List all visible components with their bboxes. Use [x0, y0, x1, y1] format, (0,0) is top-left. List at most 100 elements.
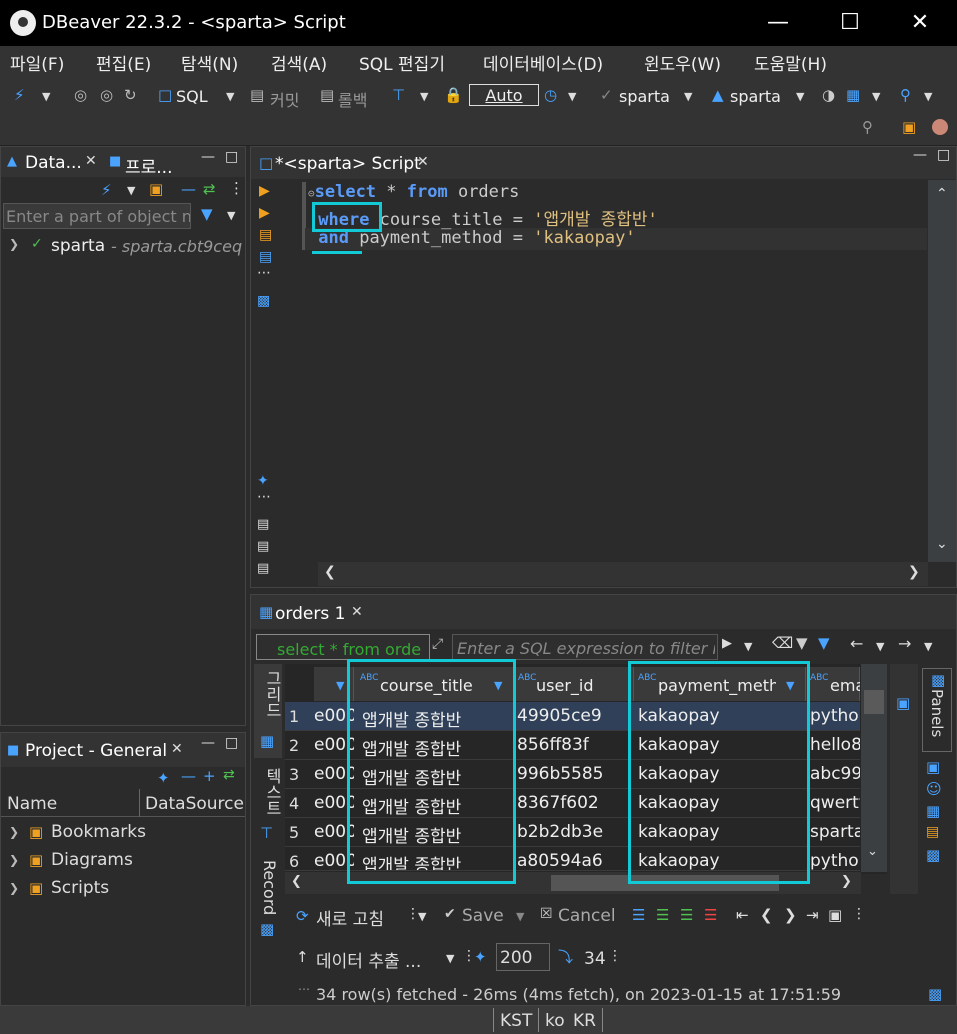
active-connection-selector[interactable]: sparta	[619, 87, 670, 106]
lock-icon[interactable]: 🔒	[444, 86, 463, 104]
export-data-button[interactable]: 데이터 추출 ...	[316, 947, 421, 972]
panel-book-icon[interactable]: ▣	[896, 694, 910, 712]
export-icon[interactable]: ▤	[257, 517, 269, 532]
chevron-down-icon[interactable]: ▼	[42, 90, 50, 103]
expand-icon[interactable]: +	[203, 767, 216, 785]
scroll-up-icon[interactable]: ⌃	[936, 186, 948, 202]
close-icon[interactable]: ✕	[85, 153, 97, 169]
column-divider[interactable]	[139, 789, 140, 817]
maximize-icon[interactable]: □	[225, 149, 238, 165]
link-editor-icon[interactable]: ⇄	[203, 180, 216, 198]
maximize-icon[interactable]: □	[937, 147, 950, 163]
column-datasource[interactable]: DataSource	[145, 794, 244, 814]
filter-input[interactable]: Enter a SQL expression to filter r	[452, 634, 718, 660]
filter-icon[interactable]: ▼	[201, 205, 213, 223]
minimize-icon[interactable]: —	[913, 147, 927, 163]
tab-project-general[interactable]: Project - General	[25, 741, 167, 761]
chevron-down-icon[interactable]: ▼	[796, 90, 804, 103]
scroll-down-icon[interactable]: ⌄	[936, 536, 948, 552]
panels-tab[interactable]: ▩ Panels	[922, 668, 952, 752]
menu-search[interactable]: 검색(A)	[271, 50, 327, 75]
chevron-right-icon[interactable]: ❯	[9, 881, 19, 895]
edit-row-icon[interactable]: ☰	[632, 906, 645, 924]
chevron-down-icon[interactable]: ▼	[876, 640, 884, 653]
search-icon[interactable]: ⚲	[862, 118, 873, 136]
column-name[interactable]: Name	[7, 794, 57, 814]
maximize-icon[interactable]: □	[225, 735, 238, 751]
references-icon[interactable]: ▩	[926, 846, 940, 864]
navigator-filter-input[interactable]: Enter a part of object n	[3, 203, 191, 229]
menu-database[interactable]: 데이터베이스(D)	[483, 50, 603, 75]
layout-icon[interactable]: ▩	[928, 985, 942, 1003]
chevron-down-icon[interactable]: ▼	[420, 90, 428, 103]
rollback-icon[interactable]: ▤	[320, 86, 334, 104]
collapse-icon[interactable]: —	[181, 767, 196, 785]
commit-icon[interactable]: ▤	[250, 86, 264, 104]
delete-row-icon[interactable]: ☰	[704, 906, 717, 924]
chevron-down-icon[interactable]: ▼	[924, 90, 932, 103]
auto-commit-button[interactable]: Auto	[469, 84, 539, 106]
scroll-down-icon[interactable]: ⌄	[867, 844, 878, 859]
scroll-right-icon[interactable]: ❯	[841, 874, 852, 889]
search-tool-icon[interactable]: ⚲	[900, 86, 911, 104]
menu-file[interactable]: 파일(F)	[10, 50, 64, 75]
minimize-icon[interactable]: —	[201, 149, 215, 165]
dashboard-icon[interactable]: ◑	[822, 86, 835, 104]
editor-vertical-scrollbar[interactable]: ⌃ ⌄	[928, 180, 956, 562]
more-icon[interactable]: ⋯	[257, 265, 271, 281]
scroll-left-icon[interactable]: ❮	[324, 564, 336, 580]
tab-orders-1[interactable]: orders 1	[275, 604, 345, 624]
filter-settings-icon[interactable]: ▼	[796, 634, 808, 652]
cell-user-id[interactable]: 856ff83f	[517, 735, 632, 755]
forward-icon[interactable]: →	[898, 634, 911, 653]
view-menu-icon[interactable]: ⋮	[229, 179, 244, 197]
chevron-right-icon[interactable]: ❯	[9, 853, 19, 867]
column-header-user-id[interactable]: ABC user_id	[514, 667, 634, 701]
tab-grid-view[interactable]: 그리드 ▦	[254, 664, 282, 758]
sort-icon[interactable]: ▼	[336, 679, 344, 692]
scrollbar-thumb[interactable]	[864, 690, 884, 714]
avatar[interactable]	[932, 119, 948, 135]
project-item-bookmarks[interactable]: Bookmarks	[51, 822, 146, 842]
add-row-icon[interactable]: ☰	[656, 906, 669, 924]
tab-sparta-script[interactable]: *<sparta> Script	[275, 154, 421, 174]
tree-item-sparta[interactable]: sparta	[51, 236, 105, 256]
chevron-down-icon[interactable]: ▼	[226, 90, 234, 103]
transaction-mode-icon[interactable]: ⊤	[392, 86, 405, 104]
terminal-icon[interactable]: ▩	[257, 293, 270, 309]
cell-user-id[interactable]: 49905ce9	[517, 706, 632, 726]
erd-icon[interactable]: ▦	[846, 86, 860, 104]
maximize-button[interactable]: ☐	[830, 8, 870, 38]
column-header-email[interactable]: ABC ema	[806, 667, 860, 701]
rollback-button[interactable]: 롤백	[338, 87, 367, 111]
chevron-down-icon[interactable]: ▼	[516, 910, 524, 923]
invalidate-icon[interactable]: ↻	[124, 86, 137, 104]
cell-user-id[interactable]: 996b5585	[517, 764, 632, 784]
chevron-right-icon[interactable]: ❯	[9, 825, 19, 839]
project-item-diagrams[interactable]: Diagrams	[51, 850, 133, 870]
scroll-left-icon[interactable]: ❮	[291, 874, 302, 889]
clear-filter-icon[interactable]: ⌫	[772, 634, 793, 652]
chevron-down-icon[interactable]: ▼	[446, 952, 454, 965]
collapse-all-icon[interactable]: —	[181, 180, 196, 198]
configure-icon[interactable]: ✦	[157, 769, 170, 787]
back-icon[interactable]: ←	[850, 634, 863, 653]
commit-button[interactable]: 커밋	[270, 87, 299, 111]
sql-button[interactable]: SQL	[176, 87, 208, 106]
more-icon[interactable]: ⋮	[608, 948, 622, 964]
cell-user-id[interactable]: 8367f602	[517, 793, 632, 813]
link-icon[interactable]: ⇄	[223, 767, 235, 783]
history-icon[interactable]: ◷	[544, 86, 557, 104]
more-icon[interactable]: ⋯	[257, 489, 271, 505]
chevron-down-icon[interactable]: ▼	[127, 184, 135, 197]
cell-email[interactable]: python	[810, 851, 860, 870]
chevron-down-icon[interactable]: ▼	[924, 640, 932, 653]
grid-vertical-scrollbar[interactable]: ⌄	[861, 664, 887, 872]
copy-row-icon[interactable]: ☰	[680, 906, 693, 924]
editor-horizontal-scrollbar[interactable]: ❮ ❯	[318, 562, 928, 586]
chevron-down-icon[interactable]: ▼	[418, 910, 426, 923]
metadata-icon[interactable]: ☺	[926, 780, 942, 798]
menu-help[interactable]: 도움말(H)	[754, 50, 827, 75]
close-icon[interactable]: ✕	[351, 604, 363, 620]
apply-filter-icon[interactable]: ▶	[722, 636, 732, 651]
